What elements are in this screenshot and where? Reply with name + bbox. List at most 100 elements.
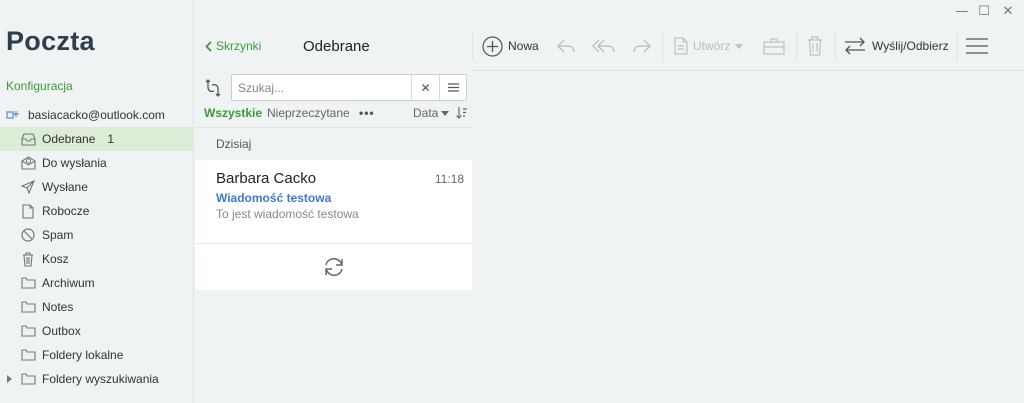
sidebar-item-kosz[interactable]: Kosz <box>0 247 194 271</box>
trash-icon <box>20 251 36 267</box>
folder-label: Kosz <box>42 252 69 266</box>
send-receive-label: Wyślij/Odbierz <box>872 39 949 53</box>
sort-order-button[interactable] <box>456 107 467 122</box>
sidebar: Poczta Konfiguracja basiacacko@outlook.c… <box>0 0 194 403</box>
delete-button[interactable] <box>807 34 823 58</box>
toolbar: Skrzynki Odebrane Nowa Utwórz Wyślij/Odb… <box>195 22 1024 70</box>
hamburger-menu-icon <box>447 83 459 92</box>
toolbar-separator <box>662 32 663 60</box>
reply-icon <box>557 39 575 53</box>
toolbar-separator <box>796 32 797 60</box>
filter-unread[interactable]: Nieprzeczytane <box>267 106 350 120</box>
sidebar-item-notes[interactable]: Notes <box>0 295 194 319</box>
config-link[interactable]: Konfiguracja <box>6 79 73 93</box>
spam-icon <box>20 227 36 243</box>
new-label: Nowa <box>508 39 539 53</box>
send-receive-icon <box>845 37 865 55</box>
clear-search-button[interactable]: ✕ <box>411 75 439 100</box>
search-box: ✕ <box>231 74 467 101</box>
send-receive-button[interactable]: Wyślij/Odbierz <box>843 34 949 58</box>
create-label: Utwórz <box>693 39 731 53</box>
chevron-left-icon <box>205 40 212 52</box>
maximize-button[interactable]: ☐ <box>972 2 996 20</box>
refresh-row <box>195 244 472 290</box>
main-menu-button[interactable] <box>965 34 989 58</box>
folder-label: Odebrane <box>42 132 96 146</box>
message-item[interactable]: Barbara Cacko 11:18 Wiadomość testowa To… <box>195 160 472 244</box>
sync-button[interactable] <box>203 78 223 98</box>
sidebar-item-do-wyslania[interactable]: Do wysłania <box>0 151 194 175</box>
sidebar-item-foldery-lokalne[interactable]: Foldery lokalne <box>0 343 194 367</box>
sent-icon <box>20 179 36 195</box>
folder-label: Wysłane <box>42 180 88 194</box>
move-button[interactable] <box>763 34 785 58</box>
sidebar-item-foldery-wyszukiwania[interactable]: Foldery wyszukiwania <box>0 367 194 391</box>
close-button[interactable]: ✕ <box>996 2 1020 20</box>
trash-icon <box>808 36 822 56</box>
message-sender: Barbara Cacko <box>216 170 317 187</box>
sort-label: Data <box>413 106 439 120</box>
message-time: 11:18 <box>434 172 464 186</box>
reply-all-icon <box>592 39 615 53</box>
back-label: Skrzynki <box>216 39 262 53</box>
filter-row: Wszystkie Nieprzeczytane ••• Data <box>195 106 472 124</box>
dropdown-arrow-icon <box>441 110 450 116</box>
forward-button[interactable] <box>632 34 652 58</box>
filter-all[interactable]: Wszystkie <box>204 106 262 120</box>
minimize-button[interactable]: — <box>950 2 974 20</box>
message-preview: To jest wiadomość testowa <box>216 207 359 221</box>
reply-button[interactable] <box>556 34 576 58</box>
close-icon: ✕ <box>420 80 431 95</box>
document-icon <box>674 37 688 55</box>
plus-circle-icon <box>482 35 503 57</box>
folder-list: Odebrane 1 Do wysłania Wysłane Robocze S… <box>0 127 194 391</box>
folder-icon <box>20 371 36 387</box>
folder-icon <box>20 323 36 339</box>
toolbar-separator <box>835 32 836 60</box>
search-input[interactable] <box>232 75 412 100</box>
app-title: Poczta <box>6 26 95 56</box>
briefcase-icon <box>763 38 785 55</box>
folder-label: Foldery wyszukiwania <box>42 372 159 386</box>
new-message-button[interactable]: Nowa <box>482 34 539 58</box>
toolbar-separator <box>957 32 958 60</box>
more-filters-button[interactable]: ••• <box>359 106 375 120</box>
sidebar-item-odebrane[interactable]: Odebrane 1 <box>0 127 194 151</box>
folder-label: Do wysłania <box>42 156 107 170</box>
sidebar-item-spam[interactable]: Spam <box>0 223 194 247</box>
folder-icon <box>20 299 36 315</box>
folder-title: Odebrane <box>303 38 370 55</box>
folder-label: Outbox <box>42 324 81 338</box>
account-item[interactable]: basiacacko@outlook.com <box>6 106 165 124</box>
draft-icon <box>20 203 36 219</box>
group-header: Dzisiaj <box>195 127 472 160</box>
search-options-button[interactable] <box>439 75 466 100</box>
folder-label: Robocze <box>42 204 90 218</box>
hamburger-menu-icon <box>966 38 988 54</box>
reply-all-button[interactable] <box>592 34 616 58</box>
back-to-mailboxes-link[interactable]: Skrzynki <box>205 39 261 53</box>
folder-icon <box>20 347 36 363</box>
outbox-icon <box>20 155 36 171</box>
sidebar-item-wyslane[interactable]: Wysłane <box>0 175 194 199</box>
message-list-pane: ✕ Wszystkie Nieprzeczytane ••• Data Dzis… <box>195 70 472 403</box>
unread-count: 1 <box>107 132 115 146</box>
sidebar-item-archiwum[interactable]: Archiwum <box>0 271 194 295</box>
account-icon <box>6 111 19 119</box>
create-button[interactable]: Utwórz <box>674 34 744 58</box>
sort-dropdown[interactable]: Data <box>413 106 450 120</box>
message-subject: Wiadomość testowa <box>216 191 332 205</box>
sidebar-item-outbox[interactable]: Outbox <box>0 319 194 343</box>
sync-icon <box>205 79 221 97</box>
sort-order-icon <box>456 107 467 119</box>
folder-label: Foldery lokalne <box>42 348 124 362</box>
dropdown-arrow-icon <box>735 43 744 49</box>
forward-icon <box>633 39 651 53</box>
sidebar-item-robocze[interactable]: Robocze <box>0 199 194 223</box>
expand-arrow-icon[interactable] <box>7 375 12 383</box>
refresh-icon[interactable] <box>322 255 346 279</box>
inbox-icon <box>20 131 36 147</box>
folder-label: Notes <box>42 300 74 314</box>
account-label: basiacacko@outlook.com <box>28 108 165 122</box>
folder-icon <box>20 275 36 291</box>
